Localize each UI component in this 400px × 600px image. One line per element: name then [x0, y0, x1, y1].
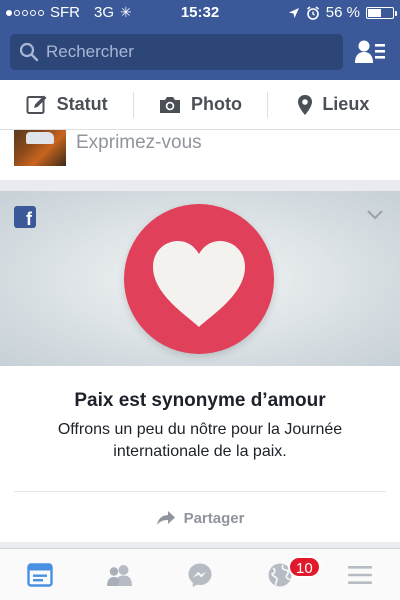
facebook-logo-icon: f — [14, 206, 36, 229]
location-arrow-icon — [288, 7, 299, 18]
camera-icon — [159, 96, 180, 113]
share-button-label: Partager — [183, 509, 245, 527]
card-hero-image: f — [0, 191, 400, 366]
status-composer-row[interactable]: Exprimez-vous — [0, 130, 400, 180]
photo-button-label: Photo — [190, 94, 242, 114]
divider — [14, 491, 386, 492]
status-button[interactable]: Statut — [0, 80, 133, 129]
heart-icon — [153, 241, 245, 327]
card-title: Paix est synonyme d’amour — [74, 390, 326, 411]
status-button-label: Statut — [56, 94, 108, 114]
card-description: Offrons un peu du nôtre pour la Journée … — [57, 421, 343, 460]
bottom-tab-bar: 10 — [0, 548, 400, 600]
battery-icon — [366, 6, 397, 19]
news-feed-icon — [27, 562, 53, 587]
search-icon — [19, 42, 39, 62]
friends-icon — [107, 564, 132, 586]
composer-bar: Statut Photo Lieux — [0, 80, 400, 130]
friend-list-icon[interactable] — [354, 38, 386, 66]
tab-news-feed[interactable] — [0, 549, 80, 600]
menu-icon — [348, 565, 372, 584]
messenger-icon — [188, 563, 212, 587]
tab-friends[interactable] — [80, 549, 160, 600]
share-button[interactable]: Partager — [0, 507, 400, 529]
tab-more[interactable] — [320, 549, 400, 600]
tab-messenger[interactable] — [160, 549, 240, 600]
campaign-card: f Paix est synonyme d’amour Offrons un p… — [0, 191, 400, 542]
edit-icon — [26, 95, 47, 114]
top-header: SFR 3G ✳ 15:32 56 % — [0, 0, 400, 80]
status-bar: SFR 3G ✳ 15:32 56 % — [0, 0, 400, 26]
avatar — [14, 130, 66, 166]
status-prompt[interactable]: Exprimez-vous — [76, 132, 202, 154]
alarm-icon — [306, 5, 319, 20]
places-button[interactable]: Lieux — [266, 80, 400, 129]
share-arrow-icon — [156, 511, 175, 525]
chevron-down-icon[interactable] — [366, 207, 384, 221]
tab-notifications[interactable]: 10 — [240, 549, 321, 600]
search-input[interactable] — [46, 34, 326, 70]
search-bar[interactable] — [10, 34, 343, 70]
location-pin-icon — [298, 94, 313, 115]
places-button-label: Lieux — [322, 94, 370, 114]
notifications-badge: 10 — [288, 556, 321, 578]
battery-percentage: 56 % — [325, 4, 360, 21]
photo-button[interactable]: Photo — [133, 80, 266, 129]
